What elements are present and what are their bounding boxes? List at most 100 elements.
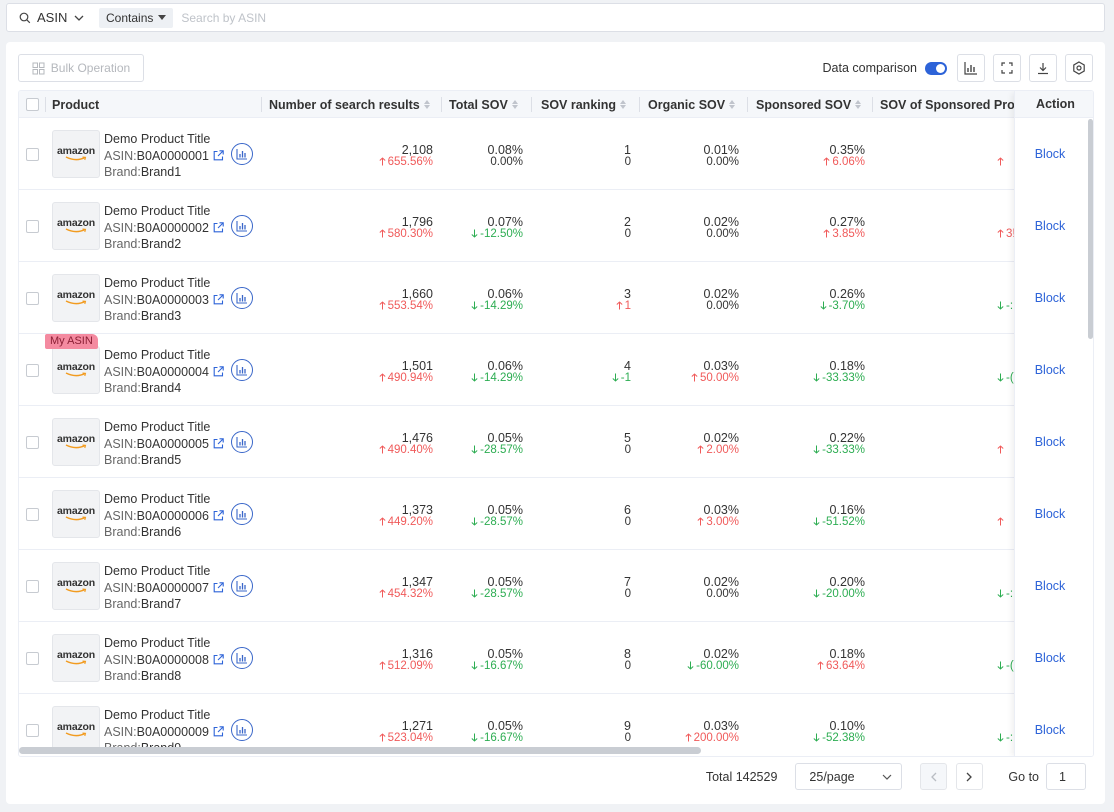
horizontal-scrollbar[interactable] <box>19 747 701 754</box>
external-link-icon[interactable] <box>213 510 224 521</box>
search-input[interactable] <box>181 5 1104 30</box>
product-image[interactable]: amazon <box>52 130 100 178</box>
row-checkbox[interactable] <box>26 724 39 737</box>
col-search-results[interactable]: Number of search results <box>269 91 430 118</box>
search-results-cell: 1,347 454.32% <box>303 576 433 600</box>
trend-chart-button[interactable] <box>231 359 253 381</box>
trend-chart-button[interactable] <box>231 647 253 669</box>
col-action-label: Action <box>1036 97 1075 111</box>
select-all-checkbox[interactable] <box>26 98 39 111</box>
brand-label: Brand: <box>104 237 141 251</box>
sponsored-sov-cell: 0.26% -3.70% <box>765 288 865 312</box>
trend-chart-button[interactable] <box>231 287 253 309</box>
sponsored-sov-cell: 0.22% -33.33% <box>765 432 865 456</box>
row-checkbox[interactable] <box>26 652 39 665</box>
organic-sov-cell: 0.02% 2.00% <box>649 432 739 456</box>
row-checkbox[interactable] <box>26 220 39 233</box>
product-image[interactable]: amazon <box>52 418 100 466</box>
bulk-operation-button[interactable]: Bulk Operation <box>18 54 144 82</box>
block-link[interactable]: Block <box>1015 363 1085 377</box>
external-link-icon[interactable] <box>213 366 224 377</box>
block-link[interactable]: Block <box>1015 651 1085 665</box>
total-sov-cell-value: 0.05% <box>487 575 523 589</box>
block-link[interactable]: Block <box>1015 723 1085 737</box>
delta-value: -28.57% <box>443 444 523 456</box>
product-title[interactable]: Demo Product Title <box>104 419 224 436</box>
sponsored-sov-cell: 0.35% 6.06% <box>765 144 865 168</box>
amazon-logo: amazon <box>57 577 95 589</box>
page-size-select[interactable]: 25/page <box>795 763 903 790</box>
prev-page-button[interactable] <box>920 763 948 790</box>
my-asin-badge: My ASIN <box>45 334 98 349</box>
trend-chart-button[interactable] <box>231 143 253 165</box>
data-comparison-toggle[interactable] <box>925 61 947 75</box>
organic-sov-cell: 0.02% 0.00% <box>649 288 739 312</box>
row-checkbox[interactable] <box>26 364 39 377</box>
external-link-icon[interactable] <box>213 582 224 593</box>
delta-value: 6.06% <box>765 156 865 168</box>
product-image[interactable]: amazon <box>52 202 100 250</box>
product-title[interactable]: Demo Product Title <box>104 635 224 652</box>
row-checkbox[interactable] <box>26 508 39 521</box>
goto-page-input[interactable]: 1 <box>1046 763 1086 790</box>
row-checkbox[interactable] <box>26 580 39 593</box>
col-sponsored-sov[interactable]: Sponsored SOV <box>756 91 862 118</box>
block-link[interactable]: Block <box>1015 219 1085 233</box>
download-button[interactable] <box>1029 54 1057 82</box>
block-link[interactable]: Block <box>1015 435 1085 449</box>
col-sov-ranking[interactable]: SOV ranking <box>541 91 627 118</box>
product-title[interactable]: Demo Product Title <box>104 491 224 508</box>
delta-value: 3.85% <box>765 228 865 240</box>
trend-chart-button[interactable] <box>231 503 253 525</box>
match-type-select[interactable]: Contains <box>99 7 174 28</box>
sov-ranking-cell-value: 1 <box>624 143 631 157</box>
external-link-icon[interactable] <box>213 654 224 665</box>
product-image[interactable]: amazon <box>52 634 100 682</box>
external-link-icon[interactable] <box>213 222 224 233</box>
product-image[interactable]: amazon <box>52 274 100 322</box>
search-bar: ASIN Contains <box>6 3 1105 32</box>
block-link[interactable]: Block <box>1015 147 1085 161</box>
row-checkbox[interactable] <box>26 436 39 449</box>
product-image[interactable]: amazon <box>52 490 100 538</box>
search-field-select[interactable]: ASIN <box>7 4 99 31</box>
next-page-button[interactable] <box>956 763 984 790</box>
delta-value: -1 <box>551 372 631 384</box>
row-checkbox[interactable] <box>26 292 39 305</box>
external-link-icon[interactable] <box>213 726 224 737</box>
product-title[interactable]: Demo Product Title <box>104 275 224 292</box>
product-image[interactable]: amazon <box>52 562 100 610</box>
sponsored-sov-cell-value: 0.22% <box>829 431 865 445</box>
trend-chart-button[interactable] <box>231 431 253 453</box>
external-link-icon[interactable] <box>213 438 224 449</box>
trend-chart-button[interactable] <box>231 719 253 741</box>
col-organic-sov[interactable]: Organic SOV <box>648 91 736 118</box>
delta-value: 3.00% <box>649 516 739 528</box>
col-search-results-label: Number of search results <box>269 97 420 112</box>
product-title[interactable]: Demo Product Title <box>104 131 224 148</box>
block-link[interactable]: Block <box>1015 507 1085 521</box>
product-title[interactable]: Demo Product Title <box>104 347 224 364</box>
product-title[interactable]: Demo Product Title <box>104 563 224 580</box>
vertical-scrollbar[interactable] <box>1088 119 1093 339</box>
trend-chart-button[interactable] <box>231 575 253 597</box>
trend-chart-button[interactable] <box>231 215 253 237</box>
asin-line: ASIN: B0A0000004 <box>104 364 224 381</box>
fullscreen-button[interactable] <box>993 54 1021 82</box>
sponsored-sov-cell: 0.20% -20.00% <box>765 576 865 600</box>
col-sov-sponsored-prod[interactable]: SOV of Sponsored Prod <box>880 91 1022 118</box>
settings-button[interactable] <box>1065 54 1093 82</box>
organic-sov-cell-value: 0.02% <box>703 647 739 661</box>
sponsored-sov-cell: 0.27% 3.85% <box>765 216 865 240</box>
product-title[interactable]: Demo Product Title <box>104 707 224 724</box>
organic-sov-cell: 0.01% 0.00% <box>649 144 739 168</box>
product-title[interactable]: Demo Product Title <box>104 203 224 220</box>
block-link[interactable]: Block <box>1015 291 1085 305</box>
row-checkbox[interactable] <box>26 148 39 161</box>
col-total-sov[interactable]: Total SOV <box>449 91 518 118</box>
external-link-icon[interactable] <box>213 150 224 161</box>
block-link[interactable]: Block <box>1015 579 1085 593</box>
chart-view-button[interactable] <box>957 54 985 82</box>
external-link-icon[interactable] <box>213 294 224 305</box>
product-image[interactable]: amazon <box>52 346 100 394</box>
